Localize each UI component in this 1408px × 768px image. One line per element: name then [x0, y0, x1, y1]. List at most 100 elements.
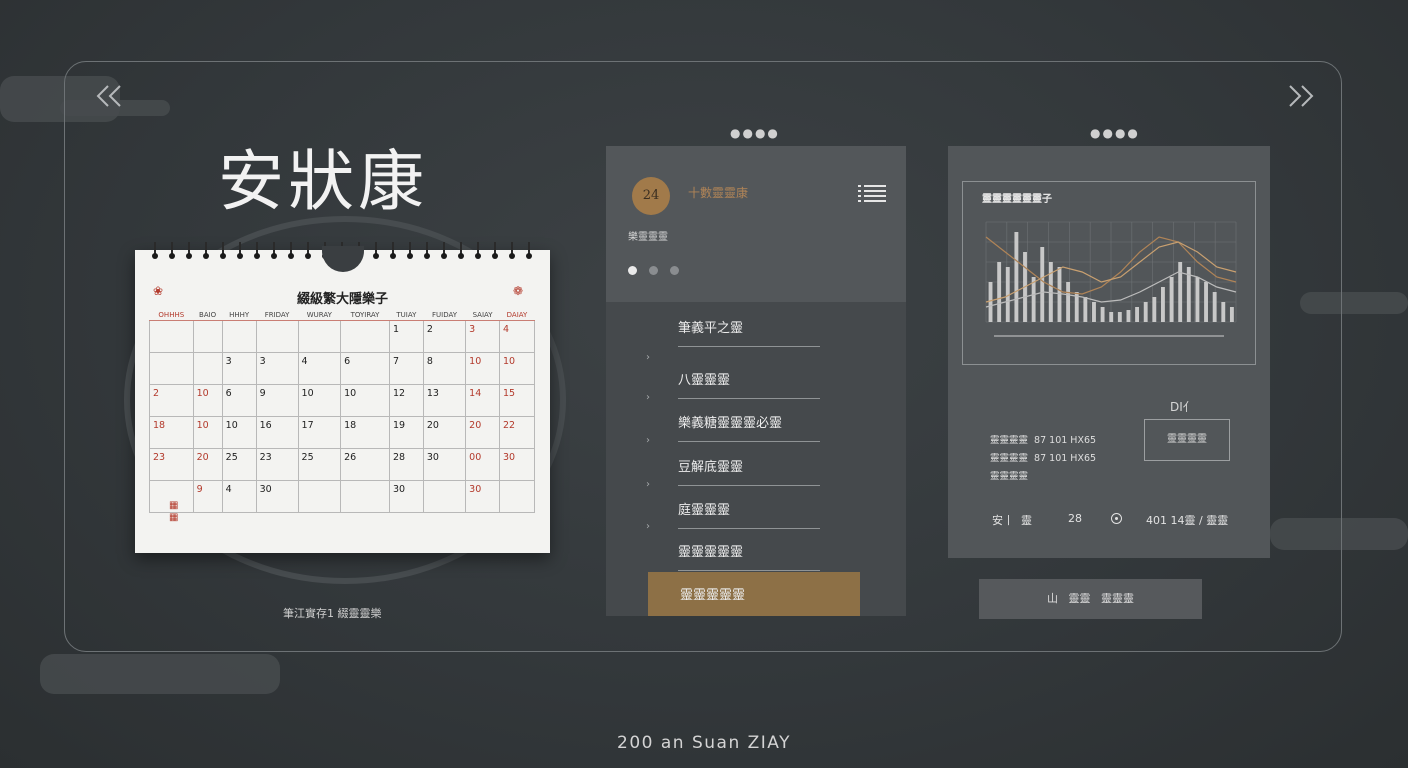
chart-bar — [1014, 232, 1019, 322]
calendar-day-cell[interactable]: 30 — [388, 480, 424, 513]
binding-hole — [458, 253, 464, 259]
menu-item[interactable]: 庭靈靈靈 — [678, 494, 820, 529]
chart-bar — [997, 262, 1002, 322]
calendar-day-cell[interactable]: 20 — [422, 416, 467, 449]
calendar-day-cell[interactable] — [297, 480, 342, 513]
pager-dot[interactable] — [649, 266, 658, 275]
wall-calendar: ❀ ❁ 綴級繁大隱樂子 OHHHS BAIO HHHY FRIDAY WURAY TOYI… — [135, 242, 550, 553]
calendar-day-cell[interactable]: 23 — [149, 448, 194, 481]
calendar-day-cell[interactable] — [297, 320, 342, 353]
binding-hole — [271, 253, 277, 259]
chart-bar — [1212, 292, 1217, 322]
menu-panel-header: 24 十數靈靈康 樂靈靈靈 — [606, 146, 906, 302]
calendar-day-cell[interactable]: 26 — [340, 448, 390, 481]
calendar-day-cell[interactable]: 13 — [422, 384, 467, 417]
calendar-day-cell[interactable]: 6 — [221, 384, 257, 417]
calendar-day-cell[interactable]: 6 — [340, 352, 390, 385]
calendar-day-cell[interactable] — [221, 320, 257, 353]
calendar-day-cell[interactable]: 30 — [465, 480, 500, 513]
calendar-day-cell[interactable]: 15 — [498, 384, 536, 417]
weekday-header: FUIDAY — [423, 310, 466, 321]
chart-bar — [988, 282, 993, 322]
calendar-day-cell[interactable]: 3 — [255, 352, 299, 385]
calendar-day-cell[interactable]: 30 — [422, 448, 467, 481]
calendar-day-cell[interactable]: 22 — [498, 416, 536, 449]
calendar-day-cell[interactable]: 25 — [297, 448, 342, 481]
calendar-day-cell[interactable]: 10 — [465, 352, 500, 385]
calendar-day-cell[interactable] — [192, 320, 223, 353]
footer-stat: 401 14靈 / 靈靈 — [1146, 514, 1229, 527]
calendar-day-cell[interactable] — [149, 320, 194, 353]
calendar-day-cell[interactable] — [149, 352, 194, 385]
calendar-day-cell[interactable]: 30 — [255, 480, 299, 513]
menu-item[interactable]: 樂義糖靈靈靈必靈 — [678, 407, 820, 442]
calendar-day-cell[interactable] — [340, 480, 390, 513]
calendar-day-cell[interactable]: 10 — [221, 416, 257, 449]
binding-hole — [373, 253, 379, 259]
more-dots-icon[interactable]: ●●●● — [730, 126, 780, 140]
calendar-day-cell[interactable]: 4 — [221, 480, 257, 513]
calendar-day-cell[interactable]: 4 — [498, 320, 536, 353]
pager-dot[interactable] — [670, 266, 679, 275]
calendar-day-cell[interactable]: 10 — [192, 384, 223, 417]
calendar-day-cell[interactable]: 19 — [388, 416, 424, 449]
chart-bar — [1126, 310, 1131, 322]
calendar-day-cell[interactable]: 10 — [340, 384, 390, 417]
forward-arrow-icon[interactable] — [1284, 80, 1318, 114]
calendar-day-cell[interactable]: 8 — [422, 352, 467, 385]
bottom-button[interactable]: 山 靈靈 靈靈靈 — [979, 579, 1202, 619]
calendar-day-cell[interactable] — [422, 480, 467, 513]
calendar-day-cell[interactable]: 30 — [498, 448, 536, 481]
calendar-day-cell[interactable]: 12 — [388, 384, 424, 417]
calendar-day-cell[interactable]: 10 — [297, 384, 342, 417]
menu-item[interactable]: 筆義平之靈 — [678, 312, 820, 347]
calendar-day-cell[interactable]: 4 — [297, 352, 342, 385]
menu-panel: 24 十數靈靈康 樂靈靈靈 › 筆義平之靈 › 八靈靈靈 › 樂義糖靈靈靈必靈 … — [606, 146, 906, 616]
pager-dot[interactable] — [628, 266, 637, 275]
calendar-day-cell[interactable] — [192, 352, 223, 385]
calendar-day-cell[interactable]: 16 — [255, 416, 299, 449]
calendar-day-cell[interactable]: 14 — [465, 384, 500, 417]
panel-subtitle: 樂靈靈靈 — [628, 232, 668, 243]
calendar-day-cell[interactable]: 7 — [388, 352, 424, 385]
calendar-day-cell[interactable]: 1 — [388, 320, 424, 353]
hamburger-menu-icon[interactable] — [858, 184, 886, 202]
menu-item[interactable]: 豆解底靈靈 — [678, 451, 820, 486]
pager-dots[interactable] — [628, 260, 691, 279]
calendar-day-cell[interactable]: 10 — [498, 352, 536, 385]
calendar-day-cell[interactable]: 9 — [192, 480, 223, 513]
calendar-day-cell[interactable]: 18 — [340, 416, 390, 449]
binding-hole — [288, 253, 294, 259]
chart-bar — [1161, 287, 1165, 322]
chart-bar — [1178, 262, 1183, 322]
calendar-day-cell[interactable] — [255, 320, 299, 353]
calendar-day-cell[interactable]: 17 — [297, 416, 342, 449]
chart-bar — [1048, 262, 1053, 322]
calendar-day-cell[interactable]: 10 — [192, 416, 223, 449]
menu-item-active[interactable]: 靈靈靈靈靈 — [648, 572, 860, 616]
menu-item[interactable]: 八靈靈靈 — [678, 364, 820, 399]
calendar-day-cell[interactable] — [498, 480, 536, 513]
calendar-day-cell[interactable]: 20 — [192, 448, 223, 481]
binding-hole — [152, 253, 158, 259]
calendar-day-cell[interactable]: 20 — [465, 416, 500, 449]
action-button[interactable]: 靈靈靈靈 — [1144, 419, 1230, 461]
back-arrow-icon[interactable] — [92, 80, 126, 114]
menu-item[interactable]: 靈靈靈靈靈 — [678, 536, 820, 571]
more-dots-icon[interactable]: ●●●● — [1090, 126, 1140, 140]
calendar-day-cell[interactable]: 23 — [255, 448, 299, 481]
calendar-day-cell[interactable] — [340, 320, 390, 353]
calendar-day-cell[interactable]: 3 — [221, 352, 257, 385]
calendar-day-cell[interactable]: 28 — [388, 448, 424, 481]
calendar-day-cell[interactable]: 9 — [255, 384, 299, 417]
calendar-day-cell[interactable]: 25 — [221, 448, 257, 481]
calendar-day-cell[interactable]: 2 — [422, 320, 467, 353]
calendar-day-cell[interactable]: 2 — [149, 384, 194, 417]
footer-label: 安丨 靈 — [992, 514, 1032, 527]
calendar-day-cell[interactable]: 00 — [465, 448, 500, 481]
weekday-header: BAIO — [193, 310, 223, 321]
calendar-day-cell[interactable]: 18 — [149, 416, 194, 449]
calendar-day-cell[interactable]: 3 — [465, 320, 500, 353]
menu-item-label: 八靈靈靈 — [678, 373, 731, 388]
chevron-right-icon: › — [646, 392, 650, 403]
